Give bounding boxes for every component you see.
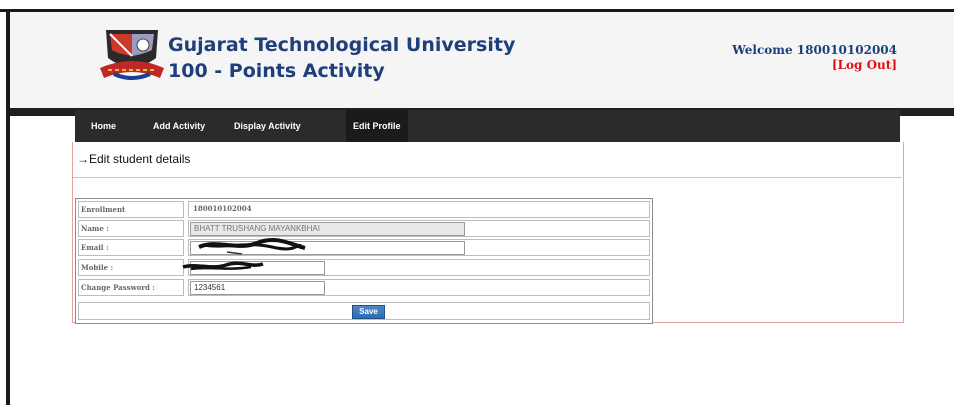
save-row: Save: [78, 302, 650, 320]
redaction-scribble: [182, 261, 264, 271]
save-button[interactable]: Save: [352, 305, 385, 319]
nav-home[interactable]: Home: [84, 110, 123, 142]
main-navbar: Home Add Activity Display Activity Edit …: [75, 110, 900, 142]
student-details-form: Enrollment 180010102004 Name : BHATT TRU…: [75, 198, 653, 324]
email-cell: [188, 237, 650, 256]
section-title: →Edit student details: [77, 152, 191, 166]
nav-add-activity[interactable]: Add Activity: [146, 110, 212, 142]
password-field[interactable]: 1234561: [190, 281, 325, 295]
mobile-row: Mobile :: [78, 259, 650, 276]
redaction-scribble: [198, 237, 306, 255]
password-label: Change Password :: [78, 279, 184, 296]
name-row: Name : BHATT TRUSHANG MAYANKBHAI: [78, 220, 650, 237]
name-label: Name :: [78, 220, 184, 237]
section-divider: [73, 177, 902, 178]
password-row: Change Password : 1234561: [78, 279, 650, 296]
university-name: Gujarat Technological University: [168, 34, 516, 56]
password-cell: 1234561: [188, 279, 650, 296]
enrollment-value: 180010102004: [190, 203, 649, 217]
enrollment-cell: 180010102004: [188, 201, 650, 218]
welcome-text: Welcome 180010102004: [732, 43, 897, 57]
page-subtitle: 100 - Points Activity: [168, 60, 385, 82]
enrollment-label: Enrollment: [78, 201, 184, 218]
enrollment-row: Enrollment 180010102004: [78, 201, 650, 218]
mobile-label: Mobile :: [78, 259, 184, 276]
name-field: BHATT TRUSHANG MAYANKBHAI: [190, 222, 465, 236]
nav-edit-profile[interactable]: Edit Profile: [346, 110, 408, 142]
university-logo: [100, 30, 164, 80]
email-row: Email :: [78, 237, 650, 256]
page-header: Gujarat Technological University 100 - P…: [10, 12, 954, 108]
name-cell: BHATT TRUSHANG MAYANKBHAI: [188, 220, 650, 237]
nav-display-activity[interactable]: Display Activity: [227, 110, 308, 142]
mobile-cell: [182, 259, 650, 276]
logout-link[interactable]: [Log Out]: [832, 58, 897, 72]
email-label: Email :: [78, 239, 184, 256]
